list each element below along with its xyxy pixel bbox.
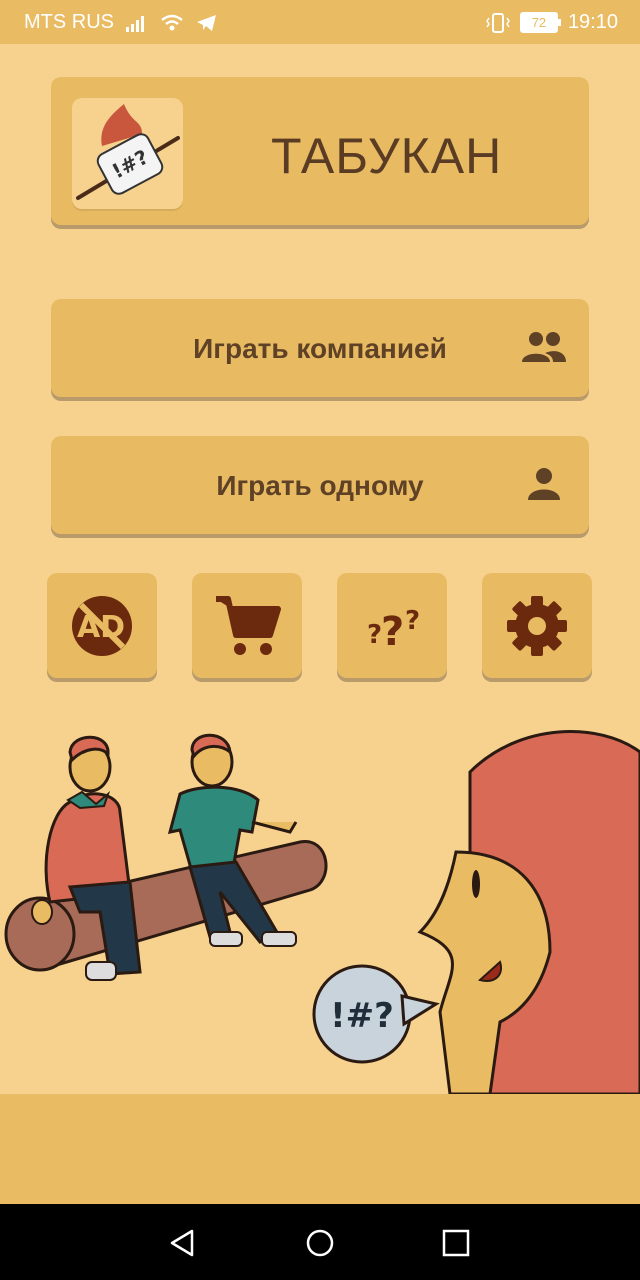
recents-icon[interactable] bbox=[441, 1228, 471, 1258]
carrier-name: MTS RUS bbox=[24, 11, 114, 33]
wifi-icon bbox=[161, 14, 183, 30]
svg-text:?: ? bbox=[405, 606, 420, 636]
system-navbar bbox=[0, 1204, 640, 1280]
play-group-label: Играть компанией bbox=[193, 333, 447, 364]
speech-bubble: !#? bbox=[312, 964, 440, 1064]
group-icon bbox=[522, 332, 566, 362]
help-icon: ? ? ? bbox=[367, 606, 420, 655]
telegram-icon bbox=[197, 14, 216, 31]
status-right: 72 19:10 bbox=[486, 11, 618, 34]
rules-button[interactable]: ? ? ? bbox=[337, 573, 447, 678]
signal-icon bbox=[126, 15, 144, 32]
app-logo: !#? bbox=[72, 98, 183, 209]
woman-illustration bbox=[417, 730, 640, 1094]
home-icon[interactable] bbox=[305, 1228, 335, 1258]
no-ads-icon: AD bbox=[72, 596, 132, 656]
battery-indicator: 72 bbox=[519, 12, 561, 33]
settings-button[interactable] bbox=[482, 573, 592, 678]
bottom-area bbox=[0, 1094, 640, 1204]
clock: 19:10 bbox=[567, 11, 618, 33]
svg-text:?: ? bbox=[367, 620, 382, 650]
vibrate-icon bbox=[486, 12, 510, 33]
play-solo-button[interactable]: Играть одному bbox=[51, 436, 589, 534]
status-bar: MTS RUS 72 19:10 bbox=[0, 0, 640, 44]
marshmallow-icon: !#? bbox=[76, 104, 180, 200]
play-group-button[interactable]: Играть компанией bbox=[51, 299, 589, 397]
header-card: !#? ТАБУКАН bbox=[51, 77, 589, 225]
shop-button[interactable] bbox=[192, 573, 302, 678]
illustration: !#? bbox=[4, 730, 640, 1094]
remove-ads-button[interactable]: AD bbox=[47, 573, 157, 678]
speech-bubble-text: !#? bbox=[330, 996, 394, 1036]
status-left: MTS RUS bbox=[24, 11, 218, 34]
settings-icon bbox=[507, 596, 567, 656]
play-solo-label: Играть одному bbox=[216, 470, 424, 501]
back-icon[interactable] bbox=[168, 1228, 198, 1258]
svg-text:?: ? bbox=[381, 609, 404, 655]
person-icon bbox=[528, 468, 560, 500]
app-title: ТАБУКАН bbox=[271, 128, 503, 184]
cart-icon bbox=[216, 596, 281, 655]
